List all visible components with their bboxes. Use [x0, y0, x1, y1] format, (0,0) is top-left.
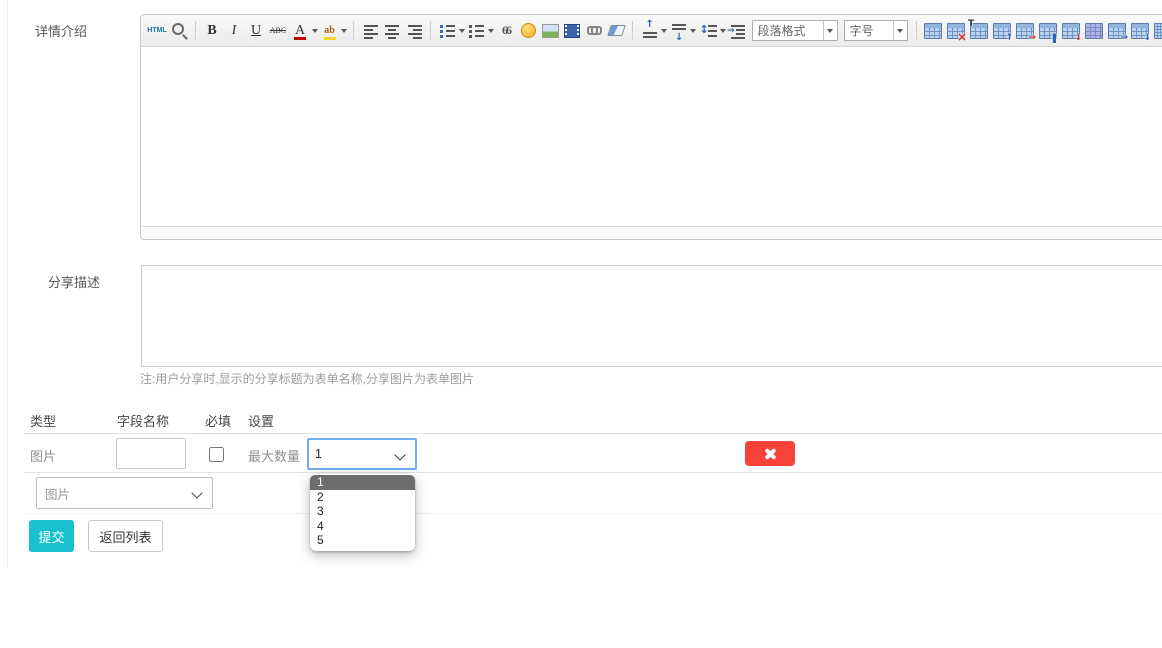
max-count-dropdown: 12345: [310, 474, 415, 551]
line-height-icon[interactable]: [698, 19, 719, 43]
chevron-down-icon: [191, 487, 202, 498]
max-count-select[interactable]: 1: [307, 438, 417, 470]
dropdown-option-4[interactable]: 4: [310, 519, 415, 534]
addrow-divider: [24, 513, 1162, 514]
align-center-icon[interactable]: [382, 19, 403, 43]
remove-format-icon[interactable]: [606, 19, 627, 43]
editor-statusbar[interactable]: [141, 226, 1162, 239]
delete-table-icon[interactable]: [947, 23, 965, 39]
paragraph-space-bottom-icon[interactable]: [668, 19, 689, 43]
underline-icon[interactable]: U: [246, 19, 267, 43]
emoticon-icon[interactable]: [518, 19, 539, 43]
dropdown-option-5[interactable]: 5: [310, 533, 415, 548]
add-field-type-value: 图片: [45, 484, 70, 503]
unordered-list-icon[interactable]: [466, 19, 487, 43]
align-left-icon[interactable]: [360, 19, 381, 43]
align-right-icon[interactable]: [404, 19, 425, 43]
insert-row-below-icon[interactable]: [1131, 23, 1149, 39]
column-header-required: 必填: [205, 411, 231, 430]
font-color-icon[interactable]: A: [290, 19, 311, 43]
column-header-settings: 设置: [248, 411, 274, 430]
table-cell-props-icon[interactable]: [970, 23, 988, 39]
dropdown-option-1[interactable]: 1: [310, 475, 415, 490]
field-type-label: 图片: [30, 446, 56, 465]
paragraph-format-select-value: 段落格式: [753, 22, 823, 39]
editor-toolbar: HTML BIUABCAab 66 段落格式 字号: [141, 15, 1162, 47]
delete-col-icon[interactable]: [1062, 23, 1080, 39]
preview-icon[interactable]: [169, 19, 190, 43]
font-size-select-value: 字号: [845, 22, 893, 39]
toolbar-separator: [195, 21, 196, 40]
insert-link-icon[interactable]: [584, 19, 605, 43]
back-to-list-button[interactable]: 返回列表: [88, 520, 163, 552]
column-header-field-name: 字段名称: [117, 411, 169, 430]
required-checkbox[interactable]: [209, 447, 224, 462]
paragraph-space-top-icon[interactable]: [639, 19, 660, 43]
insert-image-icon[interactable]: [540, 19, 561, 43]
dropdown-option-2[interactable]: 2: [310, 490, 415, 505]
field-name-input[interactable]: [116, 438, 186, 469]
chevron-down-icon: [893, 21, 907, 40]
split-cells-icon[interactable]: [993, 23, 1011, 39]
share-description-note: 注:用户分享时,显示的分享标题为表单名称,分享图片为表单图片: [140, 370, 474, 387]
insert-col-icon[interactable]: [1039, 23, 1057, 39]
row-divider: [24, 472, 1162, 473]
insert-col-right-icon[interactable]: [1108, 23, 1126, 39]
toolbar-separator: [353, 21, 354, 40]
panel-left-border: [7, 0, 8, 568]
dropdown-option-3[interactable]: 3: [310, 504, 415, 519]
toolbar-separator: [430, 21, 431, 40]
italic-icon[interactable]: I: [224, 19, 245, 43]
toolbar-separator: [916, 21, 917, 40]
strikethrough-icon[interactable]: ABC: [268, 19, 289, 43]
insert-row-left-icon[interactable]: [1016, 23, 1034, 39]
merge-cell-down-icon[interactable]: [1154, 23, 1162, 39]
toolbar-separator: [632, 21, 633, 40]
font-size-select[interactable]: 字号: [844, 20, 908, 41]
form-editor-page: 详情介绍 HTML BIUABCAab 66 段落格式 字号 分享描述 注:用户分享时,…: [0, 0, 1162, 648]
header-divider: [24, 433, 1162, 434]
add-field-type-select[interactable]: 图片: [36, 477, 213, 509]
share-description-textarea[interactable]: [141, 265, 1162, 367]
submit-button[interactable]: 提交: [29, 520, 74, 552]
html-source-icon[interactable]: HTML: [147, 19, 168, 43]
bold-icon[interactable]: B: [202, 19, 223, 43]
indent-icon[interactable]: [727, 19, 748, 43]
highlight-color-icon[interactable]: ab: [319, 19, 340, 43]
detail-intro-label: 详情介绍: [35, 21, 87, 40]
ordered-list-icon[interactable]: [437, 19, 458, 43]
rich-text-editor: HTML BIUABCAab 66 段落格式 字号: [140, 14, 1162, 240]
delete-field-button[interactable]: [745, 441, 795, 466]
max-count-select-value: 1: [315, 447, 322, 461]
chevron-down-icon: [394, 449, 405, 460]
paragraph-format-select[interactable]: 段落格式: [752, 20, 838, 41]
share-description-label: 分享描述: [48, 272, 100, 291]
editor-content-area[interactable]: [141, 47, 1162, 226]
insert-table-icon[interactable]: [924, 23, 942, 39]
blockquote-icon[interactable]: 66: [496, 19, 517, 43]
merge-cells-icon[interactable]: [1085, 23, 1103, 39]
chevron-down-icon: [823, 21, 837, 40]
insert-media-icon[interactable]: [562, 19, 583, 43]
max-count-label: 最大数量: [248, 446, 300, 465]
column-header-type: 类型: [30, 411, 56, 430]
